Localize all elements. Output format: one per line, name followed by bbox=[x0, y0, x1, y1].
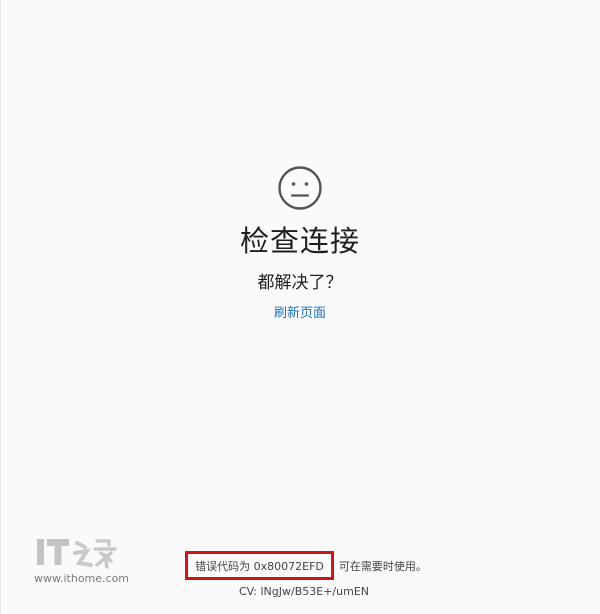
refresh-page-link[interactable]: 刷新页面 bbox=[274, 305, 326, 323]
error-code-label: 错误代码为 0x80072EFD bbox=[195, 560, 324, 573]
correlation-vector: CV: lNgJw/B53E+/umEN bbox=[238, 585, 369, 598]
error-hint-text: 可在需要时使用。 bbox=[338, 560, 427, 573]
neutral-face-icon bbox=[278, 166, 322, 210]
subtitle: 都解决了？ bbox=[257, 273, 343, 293]
error-panel: 检查连接 都解决了？ 刷新页面 bbox=[0, 165, 600, 323]
error-code-row: 错误代码为 0x80072EFD 可在需要时使用。 bbox=[0, 551, 600, 580]
error-code-highlight-box: 错误代码为 0x80072EFD bbox=[185, 551, 334, 580]
page-title: 检查连接 bbox=[239, 224, 360, 258]
